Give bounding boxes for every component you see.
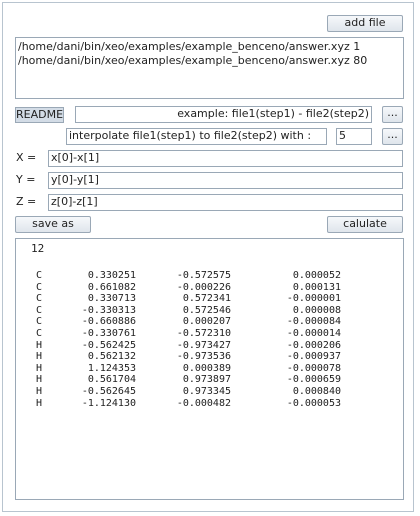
atom-element: C xyxy=(36,328,43,339)
atom-y: -0.572310 xyxy=(176,328,231,339)
atom-x: 0.330251 xyxy=(87,270,136,281)
atom-z: -0.000078 xyxy=(286,362,341,374)
atom-z: -0.000053 xyxy=(286,397,341,409)
file-list-item[interactable]: /home/dani/bin/xeo/examples/example_benc… xyxy=(18,54,401,68)
atom-x: -1.124130 xyxy=(81,397,136,409)
output-area[interactable]: 12 C 0.330251 -0.572575 0.000052 C 0.661082 -0… xyxy=(15,238,404,500)
atom-x: 0.562132 xyxy=(87,351,136,363)
atom-element: C xyxy=(36,270,43,281)
atom-z: -0.000001 xyxy=(286,293,341,305)
add-file-button[interactable]: add file xyxy=(327,15,403,32)
interpolate-label: interpolate file1(step1) to file2(step2)… xyxy=(66,128,327,145)
atom-count: 12 xyxy=(31,242,45,255)
atom-y: 0.000207 xyxy=(182,316,231,328)
atom-element: H xyxy=(36,339,43,351)
atom-x: -0.562645 xyxy=(81,386,136,397)
example-field[interactable]: example: file1(step1) - file2(step2) xyxy=(75,106,372,123)
atom-element: C xyxy=(36,293,43,305)
interpolate-button[interactable]: ... xyxy=(382,128,403,145)
atom-y: -0.572575 xyxy=(176,270,231,281)
atom-z: 0.000840 xyxy=(292,386,341,397)
atom-x: 0.561704 xyxy=(87,374,136,386)
atom-element: H xyxy=(36,351,43,363)
atom-y: 0.000389 xyxy=(182,362,231,374)
atom-y: 0.973345 xyxy=(182,386,231,397)
atom-x: 0.330713 xyxy=(87,293,136,305)
atom-element: H xyxy=(36,374,43,386)
atom-z: -0.000659 xyxy=(286,374,341,386)
atom-y: 0.973897 xyxy=(182,374,231,386)
atom-z: 0.000131 xyxy=(292,281,341,293)
browse-button[interactable]: ... xyxy=(382,106,403,123)
atom-z: -0.000014 xyxy=(286,328,341,339)
atom-element: C xyxy=(36,304,43,316)
atom-y: -0.000482 xyxy=(176,397,231,409)
atom-y: 0.572546 xyxy=(182,304,231,316)
y-expression-input[interactable]: y[0]-y[1] xyxy=(48,172,403,189)
atom-x: 1.124353 xyxy=(87,362,136,374)
atom-x: -0.660886 xyxy=(81,316,136,328)
x-expression-input[interactable]: x[0]-x[1] xyxy=(48,150,403,167)
readme-button[interactable]: README xyxy=(15,107,64,123)
atom-z: -0.000084 xyxy=(286,316,341,328)
calculate-button[interactable]: calulate xyxy=(327,216,403,233)
atom-z: 0.000052 xyxy=(292,270,341,281)
atom-y: -0.000226 xyxy=(176,281,231,293)
atom-element: H xyxy=(36,397,43,409)
atom-element: C xyxy=(36,316,43,328)
atom-y: -0.973427 xyxy=(176,339,231,351)
z-label: Z = xyxy=(16,195,37,208)
atom-z: -0.000206 xyxy=(286,339,341,351)
atom-x: -0.330761 xyxy=(81,328,136,339)
y-label: Y = xyxy=(16,173,36,186)
file-list-item[interactable]: /home/dani/bin/xeo/examples/example_benc… xyxy=(18,40,401,54)
save-as-button[interactable]: save as xyxy=(15,216,91,233)
x-label: X = xyxy=(16,151,37,164)
atom-y: 0.572341 xyxy=(182,293,231,305)
atom-y: -0.973536 xyxy=(176,351,231,363)
atom-z: -0.000937 xyxy=(286,351,341,363)
atom-z: 0.000008 xyxy=(292,304,341,316)
atom-x: -0.330313 xyxy=(81,304,136,316)
file-list[interactable]: /home/dani/bin/xeo/examples/example_benc… xyxy=(15,37,404,99)
atom-element: H xyxy=(36,362,43,374)
interpolate-steps-input[interactable]: 5 xyxy=(336,128,372,145)
atom-element: H xyxy=(36,386,43,397)
atom-element: C xyxy=(36,281,43,293)
atom-x: 0.661082 xyxy=(87,281,136,293)
atom-x: -0.562425 xyxy=(81,339,136,351)
z-expression-input[interactable]: z[0]-z[1] xyxy=(48,194,403,211)
